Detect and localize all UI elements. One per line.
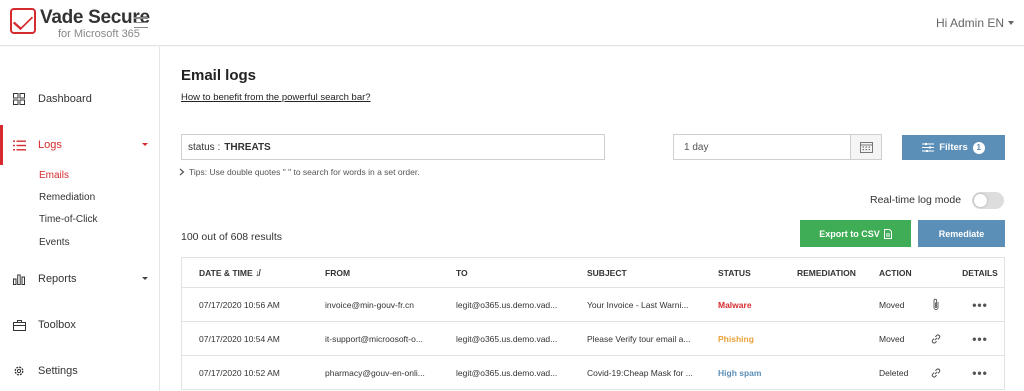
sidebar-item-label: Reports: [38, 273, 77, 285]
grid-icon: [12, 92, 26, 106]
logo-subtitle: for Microsoft 365: [58, 28, 140, 40]
cell-action: Moved: [879, 333, 905, 344]
export-label: Export to CSV: [819, 228, 880, 239]
link-icon[interactable]: [917, 333, 955, 345]
table-row[interactable]: 07/17/2020 10:56 AM invoice@min-gouv-fr.…: [181, 288, 1005, 322]
search-key: status :: [188, 141, 221, 153]
column-header-date[interactable]: DATE & TIME ↓̸: [182, 268, 308, 278]
table-header: DATE & TIME ↓̸ FROM TO SUBJECT STATUS RE…: [181, 257, 1005, 288]
cell-from: invoice@min-gouv-fr.cn: [325, 299, 414, 310]
sidebar-subitem-emails[interactable]: Emails: [39, 170, 69, 181]
cell-to: legit@o365.us.demo.vad...: [456, 333, 558, 344]
sidebar-item-logs[interactable]: Logs: [0, 133, 160, 157]
more-options-icon[interactable]: •••: [955, 332, 1005, 346]
vade-secure-logo[interactable]: Vade Secure for Microsoft 365: [10, 8, 150, 40]
cell-action: Moved: [879, 299, 905, 310]
toolbox-icon: [12, 318, 26, 332]
remediate-button[interactable]: Remediate: [918, 220, 1005, 247]
column-header-action[interactable]: ACTION: [862, 268, 917, 278]
sidebar-subitem-time-of-click[interactable]: Time-of-Click: [39, 214, 98, 225]
main-content: Email logs How to benefit from the power…: [161, 47, 1024, 391]
export-csv-button[interactable]: Export to CSV: [800, 220, 911, 247]
more-options-icon[interactable]: •••: [955, 298, 1005, 312]
cell-date: 07/17/2020 10:56 AM: [199, 299, 280, 310]
sort-desc-icon: ↓̸: [255, 267, 260, 278]
cell-date: 07/17/2020 10:54 AM: [199, 333, 280, 344]
status-badge: High spam: [718, 367, 762, 378]
link-icon[interactable]: [917, 367, 955, 379]
page-title: Email logs: [181, 67, 257, 84]
status-badge: Phishing: [718, 333, 754, 344]
cell-from: pharmacy@gouv-en-onli...: [325, 367, 425, 378]
sidebar-item-dashboard[interactable]: Dashboard: [0, 87, 160, 111]
sidebar-item-settings[interactable]: Settings: [0, 359, 160, 383]
file-icon: [883, 228, 892, 239]
list-icon: [12, 138, 26, 152]
chevron-right-icon: [179, 168, 185, 176]
paperclip-icon[interactable]: [917, 298, 955, 311]
date-range-value: 1 day: [684, 141, 709, 153]
realtime-label: Real-time log mode: [870, 194, 962, 206]
column-header-status[interactable]: STATUS: [701, 268, 780, 278]
menu-toggle-icon[interactable]: [134, 17, 148, 28]
table-row[interactable]: 07/17/2020 10:54 AM it-support@microosof…: [181, 322, 1005, 356]
table-row[interactable]: 07/17/2020 10:52 AM pharmacy@gouv-en-onl…: [181, 356, 1005, 390]
user-greeting: Hi Admin EN: [935, 16, 1004, 30]
column-header-to[interactable]: TO: [439, 268, 570, 278]
cell-from: it-support@microosoft-o...: [325, 333, 423, 344]
search-input[interactable]: status : THREATS: [181, 134, 605, 160]
calendar-icon: [859, 142, 873, 153]
sidebar: Dashboard Logs Emails Remediation Time-o…: [0, 47, 160, 391]
chevron-down-icon: [1008, 21, 1014, 25]
sidebar-item-toolbox[interactable]: Toolbox: [0, 313, 160, 337]
tips-text: Tips: Use double quotes " " to search fo…: [189, 167, 420, 177]
results-count: 100 out of 608 results: [181, 231, 282, 243]
sidebar-item-reports[interactable]: Reports: [0, 267, 160, 291]
sliders-icon: [922, 143, 935, 152]
sidebar-item-label: Toolbox: [38, 319, 76, 331]
more-options-icon[interactable]: •••: [955, 366, 1005, 380]
calendar-button[interactable]: [850, 134, 882, 160]
logo-mark: [10, 8, 36, 34]
cell-to: legit@o365.us.demo.vad...: [456, 299, 558, 310]
realtime-toggle[interactable]: [972, 192, 1004, 209]
cell-date: 07/17/2020 10:52 AM: [199, 367, 280, 378]
sidebar-subitem-remediation[interactable]: Remediation: [39, 192, 95, 203]
top-header: Vade Secure for Microsoft 365 Hi Admin E…: [0, 0, 1024, 46]
column-header-remediation[interactable]: REMEDIATION: [780, 268, 862, 278]
search-tips[interactable]: Tips: Use double quotes " " to search fo…: [179, 167, 420, 177]
search-value: THREATS: [224, 141, 271, 153]
filters-label: Filters: [939, 142, 968, 153]
sidebar-subitem-events[interactable]: Events: [39, 237, 70, 248]
cell-subject: Covid-19:Cheap Mask for ...: [587, 367, 693, 378]
search-help-link[interactable]: How to benefit from the powerful search …: [181, 92, 371, 103]
user-menu[interactable]: Hi Admin EN: [936, 16, 1014, 30]
column-header-from[interactable]: FROM: [308, 268, 439, 278]
cell-subject: Your Invoice - Last Warni...: [587, 299, 689, 310]
chevron-down-icon: [142, 277, 148, 280]
filters-count-badge: 1: [972, 141, 985, 154]
cell-subject: Please Verify tour email a...: [587, 333, 691, 344]
sidebar-item-label: Settings: [38, 365, 78, 377]
chevron-down-icon: [142, 143, 148, 146]
cell-action: Deleted: [879, 367, 909, 378]
column-header-subject[interactable]: SUBJECT: [570, 268, 701, 278]
sidebar-item-label: Dashboard: [38, 93, 92, 105]
column-header-details: DETAILS: [962, 267, 998, 278]
bar-chart-icon: [12, 272, 26, 286]
email-logs-table: DATE & TIME ↓̸ FROM TO SUBJECT STATUS RE…: [181, 257, 1005, 390]
gear-icon: [12, 364, 26, 378]
status-badge: Malware: [718, 299, 752, 310]
filters-button[interactable]: Filters 1: [902, 135, 1005, 160]
date-range-input[interactable]: 1 day: [673, 134, 851, 160]
sidebar-item-label: Logs: [38, 139, 62, 151]
cell-to: legit@o365.us.demo.vad...: [456, 367, 558, 378]
